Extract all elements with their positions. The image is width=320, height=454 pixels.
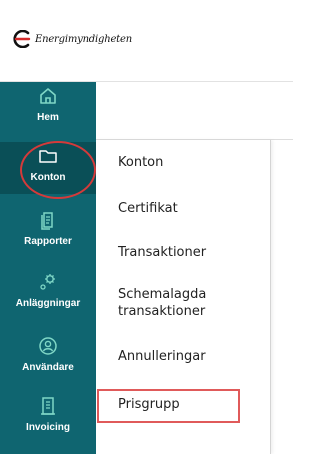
sidebar-item-anvandare[interactable]: Användare — [0, 332, 96, 384]
submenu-item-konton[interactable]: Konton — [118, 154, 163, 171]
gears-icon — [40, 274, 55, 290]
konton-submenu: Konton Certifikat Transaktioner Schemala… — [96, 140, 271, 454]
sidebar-item-label: Hem — [37, 112, 59, 123]
submenu-item-schemalagda-transaktioner[interactable]: Schemalagda transaktioner — [118, 286, 228, 320]
invoice-icon — [41, 397, 55, 415]
sidebar: Hem Konton Rapporter Anläggningar Använd… — [0, 82, 96, 454]
sidebar-item-anlaggningar[interactable]: Anläggningar — [0, 268, 96, 320]
sidebar-item-konton[interactable]: Konton — [0, 142, 96, 194]
brand-name: Energimyndigheten — [35, 33, 132, 45]
content-header — [96, 82, 293, 140]
sidebar-item-label: Invoicing — [26, 422, 70, 433]
submenu-item-annulleringar[interactable]: Annulleringar — [118, 348, 206, 365]
sidebar-item-hem[interactable]: Hem — [0, 82, 96, 134]
document-icon — [41, 212, 53, 230]
sidebar-item-label: Konton — [30, 172, 66, 183]
submenu-item-transaktioner[interactable]: Transaktioner — [118, 244, 206, 261]
energimyndigheten-logo-icon — [13, 30, 31, 48]
submenu-item-certifikat[interactable]: Certifikat — [118, 200, 178, 217]
sidebar-item-label: Användare — [22, 362, 74, 373]
sidebar-item-invoicing[interactable]: Invoicing — [0, 392, 96, 444]
folder-icon — [39, 150, 57, 163]
sidebar-item-label: Anläggningar — [15, 298, 81, 309]
top-bar: Energimyndigheten — [0, 0, 293, 82]
home-icon — [40, 88, 56, 104]
sidebar-item-rapporter[interactable]: Rapporter — [0, 206, 96, 258]
sidebar-item-label: Rapporter — [24, 236, 72, 247]
user-icon — [39, 337, 57, 355]
brand-logo[interactable]: Energimyndigheten — [10, 30, 132, 48]
submenu-item-prisgrupp[interactable]: Prisgrupp — [118, 396, 180, 413]
